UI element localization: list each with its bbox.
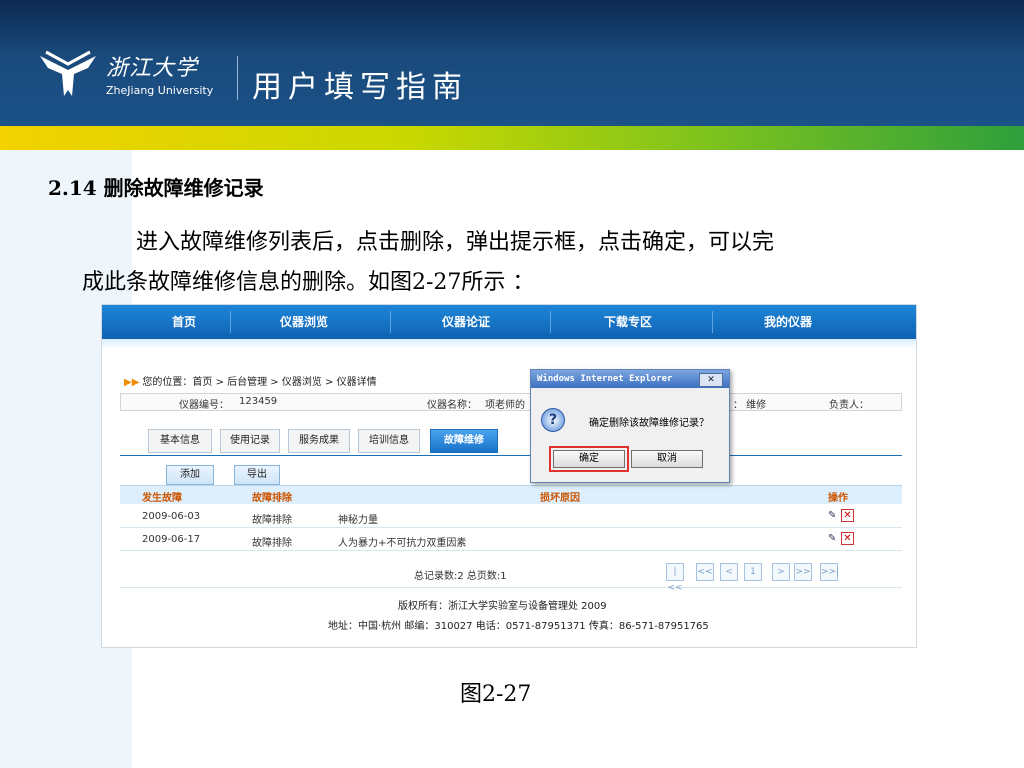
instrument-id-label: 仪器编号： [179,400,229,411]
tab-usage-records[interactable]: 使用记录 [220,429,280,453]
nav-browse[interactable]: 仪器浏览 [280,313,328,330]
dialog-message: 确定删除该故障维修记录？ [589,418,709,429]
question-icon: ? [541,408,565,432]
prev-page-button[interactable]: < [720,563,738,581]
breadcrumb-text: 您的位置：首页 > 后台管理 > 仪器浏览 > 仪器详情 [142,377,377,388]
embedded-screenshot: 首页 仪器浏览 仪器论证 下载专区 我的仪器 ▶▶ 您的位置：首页 > 后台管理 … [101,304,917,648]
tab-fault-repair[interactable]: 故障维修 [430,429,498,453]
nav-separator [390,311,391,333]
row-date: 2009-06-17 [142,534,201,545]
column-header-actions: 操作 [828,493,848,504]
row-status: 故障排除 [252,538,292,549]
breadcrumb: ▶▶ 您的位置：首页 > 后台管理 > 仪器浏览 > 仪器详情 [124,373,377,388]
site-copyright: 版权所有：浙江大学实验室与设备管理处 2009 [398,601,607,612]
figure-caption: 图2-27 [460,682,532,707]
body-paragraph-line2: 成此条故障维修信息的删除。如图2-27所示 ： [82,270,535,295]
site-nav-bar: 首页 仪器浏览 仪器论证 下载专区 我的仪器 [102,305,916,339]
nav-separator [550,311,551,333]
table-row: 2009-06-17 故障排除 人为暴力+不可抗力双重因素 ✎ ✕ [120,529,902,551]
first-page-button[interactable]: |<< [666,563,684,593]
instrument-info-bar: 仪器编号： 123459 仪器名称： 项老师的 ： 维修 负责人： [120,393,902,411]
header-divider [237,56,238,100]
delete-icon[interactable]: ✕ [841,532,854,545]
nav-home[interactable]: 首页 [172,313,196,330]
instrument-name-label: 仪器名称： [427,400,477,411]
instrument-status-value: ： 维修 [733,400,767,411]
nav-downloads[interactable]: 下载专区 [604,313,652,330]
slide-title: 用户填写指南 [252,70,468,105]
instrument-id-value: 123459 [239,396,278,407]
nav-separator [230,311,231,333]
tab-underline [120,455,902,456]
pagination-summary: 总记录数:2 总页数:1 [414,571,507,582]
university-logo-icon [40,50,96,96]
logo-chinese-name: 浙江大学 [106,56,199,81]
logo-english-name: ZheJiang University [106,84,214,97]
next-page-button[interactable]: > [772,563,790,581]
export-button[interactable]: 导出 [234,465,280,485]
add-button[interactable]: 添加 [166,465,214,485]
row-reason: 神秘力量 [338,515,378,526]
close-icon[interactable]: ✕ [699,373,723,387]
nav-separator [712,311,713,333]
section-heading: 2.14 删除故障维修记录 [48,176,264,200]
column-header-fault-status: 故障排除 [252,493,292,504]
body-paragraph-line1: 进入故障维修列表后，点击删除，弹出提示框，点击确定，可以完 [136,230,775,255]
breadcrumb-arrow-icon: ▶▶ [124,377,140,388]
page-number-button[interactable]: 1 [744,563,762,581]
last-page-button[interactable]: >>| [820,563,839,581]
table-row: 2009-06-03 故障排除 神秘力量 ✎ ✕ [120,506,902,528]
ok-button[interactable]: 确定 [549,446,629,472]
nav-my-instruments[interactable]: 我的仪器 [764,313,812,330]
slide-header: 浙江大学 ZheJiang University 用户填写指南 [0,0,1024,126]
instrument-owner-label: 负责人： [829,400,869,411]
edit-icon[interactable]: ✎ [828,510,839,521]
confirm-delete-dialog: Windows Internet Explorer ✕ ? 确定删除该故障维修记… [530,369,730,483]
prev-block-button[interactable]: << [696,563,714,581]
cancel-button[interactable]: 取消 [631,450,703,468]
table-header: 发生故障 故障排除 损坏原因 操作 [120,485,902,504]
tab-training-info[interactable]: 培训信息 [358,429,420,453]
nav-shadow [102,339,916,349]
tab-basic-info[interactable]: 基本信息 [148,429,212,453]
pagination: 总记录数:2 总页数:1 |<< << < 1 > >> >>| [120,557,902,593]
edit-icon[interactable]: ✎ [828,533,839,544]
row-status: 故障排除 [252,515,292,526]
nav-evaluation[interactable]: 仪器论证 [442,313,490,330]
instrument-name-value: 项老师的 [485,400,525,411]
color-stripe [0,126,1024,150]
row-date: 2009-06-03 [142,511,201,522]
next-block-button[interactable]: >> [794,563,812,581]
row-reason: 人为暴力+不可抗力双重因素 [338,538,467,549]
site-address: 地址：中国·杭州 邮编：310027 电话：0571-87951371 传真：8… [328,621,709,632]
tab-service-results[interactable]: 服务成果 [288,429,350,453]
column-header-fault-date: 发生故障 [142,493,182,504]
column-header-damage-reason: 损坏原因 [540,493,580,504]
delete-icon[interactable]: ✕ [841,509,854,522]
